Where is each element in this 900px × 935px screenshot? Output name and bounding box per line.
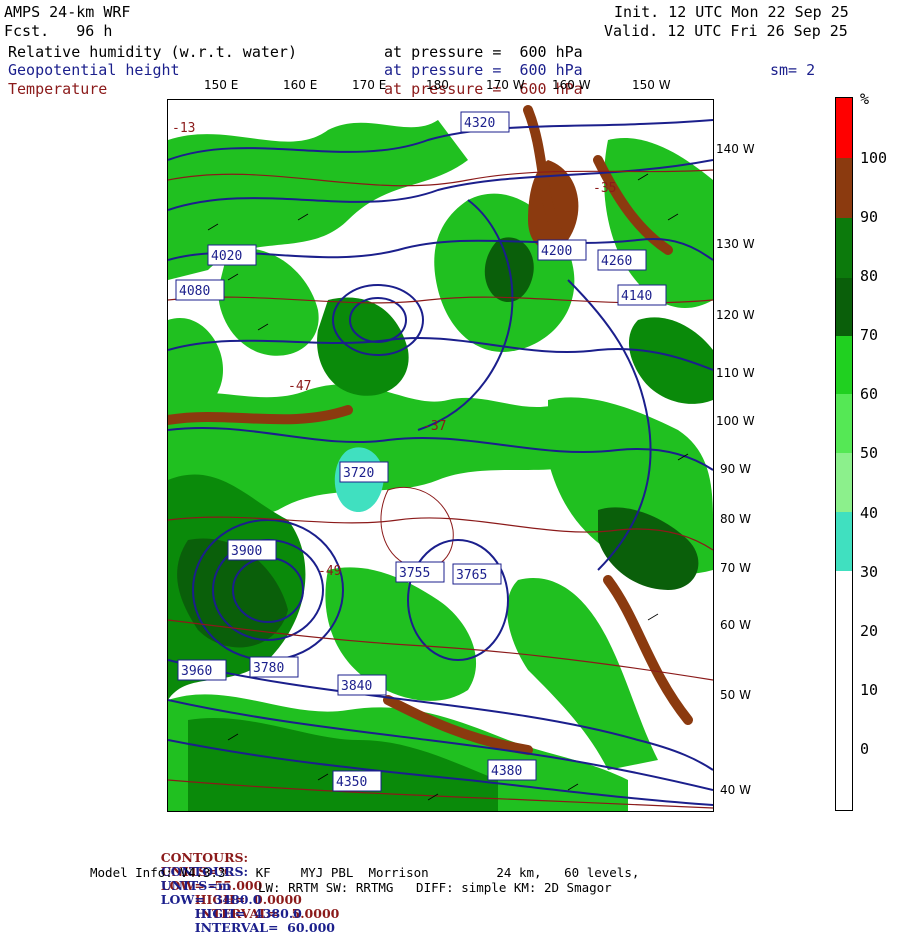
colorbar-seg-40	[836, 453, 852, 512]
lat-label-120w: 120 W	[716, 308, 755, 322]
height-label-3720: 3720	[343, 466, 374, 481]
colorbar-label-20: 20	[860, 622, 879, 640]
field-name-temp: Temperature	[8, 80, 108, 98]
height-label-4080: 4080	[179, 284, 210, 299]
lon-label-180: 180	[426, 78, 449, 92]
lat-label-60w: 60 W	[720, 618, 751, 632]
lat-label-90w: 90 W	[720, 462, 751, 476]
model-title: AMPS 24-km WRF	[4, 3, 131, 21]
lat-label-100w: 100 W	[716, 414, 755, 428]
colorbar-seg-100	[836, 98, 852, 158]
footer-height-interval: INTERVAL= 60.000	[194, 920, 335, 935]
lat-label-140w: 140 W	[716, 142, 755, 156]
height-label-4140: 4140	[621, 289, 652, 304]
lat-label-80w: 80 W	[720, 512, 751, 526]
temp-label-35: -35	[593, 181, 616, 196]
footer-model-info: Model Info: V4.3.3 KF MYJ PBL Morrison 2…	[90, 865, 640, 880]
colorbar-seg-80	[836, 218, 852, 278]
lat-label-50w: 50 W	[720, 688, 751, 702]
colorbar-seg-20	[836, 571, 852, 810]
lat-label-130w: 130 W	[716, 237, 755, 251]
map-canvas: 4320 4260 4200 4140 4080 4020 3960 3900 …	[168, 105, 713, 811]
field-level-rh: at pressure = 600 hPa	[384, 43, 583, 61]
colorbar-seg-60	[836, 336, 852, 394]
colorbar-label-60: 60	[860, 385, 879, 403]
colorbar-label-0: 0	[860, 740, 870, 758]
height-label-4020: 4020	[211, 249, 242, 264]
height-label-3765: 3765	[456, 568, 487, 583]
colorbar-label-30: 30	[860, 563, 879, 581]
footer-model-info2: LW: RRTM SW: RRTMG DIFF: simple KM: 2D S…	[258, 880, 612, 895]
field-level-height: at pressure = 600 hPa	[384, 61, 583, 79]
height-label-3755: 3755	[399, 566, 430, 581]
weather-map[interactable]: 4320 4260 4200 4140 4080 4020 3960 3900 …	[167, 99, 714, 812]
colorbar-label-90: 90	[860, 208, 879, 226]
height-label-4350: 4350	[336, 775, 367, 790]
colorbar-unit: %	[860, 90, 870, 108]
lat-label-70w: 70 W	[720, 561, 751, 575]
height-label-3900: 3900	[231, 544, 262, 559]
colorbar-seg-90	[836, 158, 852, 218]
field-name-rh: Relative humidity (w.r.t. water)	[8, 43, 297, 61]
lon-label-170w: 170 W	[486, 78, 525, 92]
field-name-height: Geopotential height	[8, 61, 180, 79]
footer-height-units: UNITS=m	[160, 878, 231, 893]
height-label-3780: 3780	[253, 661, 284, 676]
init-time: Init. 12 UTC Mon 22 Sep 25	[614, 3, 849, 21]
temp-label-47: -47	[288, 379, 311, 394]
height-label-4200: 4200	[541, 244, 572, 259]
temp-label-37: -37	[423, 419, 446, 434]
height-label-3840: 3840	[341, 679, 372, 694]
colorbar-label-50: 50	[860, 444, 879, 462]
lon-label-150e: 150 E	[204, 78, 239, 92]
colorbar-seg-50	[836, 394, 852, 453]
valid-time: Valid. 12 UTC Fri 26 Sep 25	[604, 22, 848, 40]
colorbar-label-10: 10	[860, 681, 879, 699]
colorbar-label-100: 100	[860, 149, 888, 167]
lon-label-170e: 170 E	[352, 78, 387, 92]
temp-label-49: -49	[318, 564, 341, 579]
lat-label-110w: 110 W	[716, 366, 755, 380]
lon-label-160e: 160 E	[283, 78, 318, 92]
lon-label-160w: 160 W	[552, 78, 591, 92]
lon-label-150w: 150 W	[632, 78, 671, 92]
lat-label-40w: 40 W	[720, 783, 751, 797]
temp-label-13: -13	[172, 121, 195, 136]
height-label-4380: 4380	[491, 764, 522, 779]
height-label-4260: 4260	[601, 254, 632, 269]
colorbar-seg-70	[836, 278, 852, 336]
colorbar-label-40: 40	[860, 504, 879, 522]
height-label-3960: 3960	[181, 664, 212, 679]
colorbar-seg-30	[836, 512, 852, 571]
footer-height-high: HIGH= 4380.0	[194, 906, 302, 921]
smoothing-label: sm= 2	[770, 61, 816, 79]
colorbar	[835, 97, 853, 811]
colorbar-label-70: 70	[860, 326, 879, 344]
colorbar-label-80: 80	[860, 267, 879, 285]
humidity-fill	[168, 120, 713, 811]
height-label-4320: 4320	[464, 116, 495, 131]
forecast-hour: Fcst. 96 h	[4, 22, 113, 40]
